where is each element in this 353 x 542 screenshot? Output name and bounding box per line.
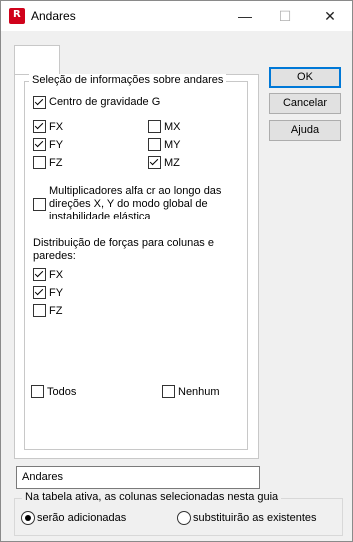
- dist-fz-checkbox[interactable]: [33, 304, 46, 317]
- multiplicadores-line-3: instabilidade elástica: [49, 211, 151, 219]
- multiplicadores-line-3-clip: instabilidade elástica: [49, 211, 221, 219]
- maximize-icon: ☐: [278, 8, 292, 24]
- fz-checkbox[interactable]: [33, 156, 46, 169]
- close-icon: ✕: [324, 8, 336, 24]
- dist-fx-checkbox[interactable]: [33, 268, 46, 281]
- todos-label: Todos: [47, 386, 77, 398]
- dist-fz-label: FZ: [49, 305, 63, 317]
- dist-fx-label: FX: [49, 269, 64, 281]
- fz-label: FZ: [49, 157, 63, 169]
- tab-page[interactable]: [14, 45, 60, 76]
- mz-label: MZ: [164, 157, 180, 169]
- centro-gravidade-label: Centro de gravidade G: [49, 96, 161, 108]
- app-icon-letter: R: [13, 9, 21, 20]
- fy-label: FY: [49, 139, 64, 151]
- distribuicao-line-2: paredes:: [33, 250, 76, 262]
- app-icon: R: [9, 8, 25, 24]
- my-checkbox[interactable]: [148, 138, 161, 151]
- table-name-field[interactable]: Andares: [16, 466, 260, 489]
- centro-gravidade-checkbox[interactable]: [33, 96, 46, 109]
- fx-label: FX: [49, 121, 64, 133]
- multiplicadores-line-2: direções X, Y do modo global de: [49, 198, 208, 210]
- dist-fy-checkbox[interactable]: [33, 286, 46, 299]
- nenhum-checkbox[interactable]: [162, 385, 175, 398]
- add-columns-radio[interactable]: [21, 511, 35, 525]
- help-button[interactable]: Ajuda: [269, 120, 341, 141]
- dialog-window: R Andares — ☐ ✕ Seleção de informações s…: [0, 0, 353, 542]
- my-label: MY: [164, 139, 181, 151]
- window-title: Andares: [31, 9, 76, 23]
- group-title: Seleção de informações sobre andares: [29, 74, 227, 86]
- ok-button[interactable]: OK: [269, 67, 341, 88]
- title-bar: R Andares — ☐ ✕: [1, 1, 352, 31]
- dist-fy-label: FY: [49, 287, 64, 299]
- multiplicadores-checkbox[interactable]: [33, 198, 46, 211]
- mz-checkbox[interactable]: [148, 156, 161, 169]
- replace-columns-label: substituirão as existentes: [193, 512, 317, 524]
- maximize-button: ☐: [265, 1, 305, 31]
- table-name-value: Andares: [22, 471, 63, 483]
- nenhum-label: Nenhum: [178, 386, 220, 398]
- table-options-legend: Na tabela ativa, as colunas selecionadas…: [22, 491, 282, 503]
- fy-checkbox[interactable]: [33, 138, 46, 151]
- add-columns-label: serão adicionadas: [37, 512, 127, 524]
- fx-checkbox[interactable]: [33, 120, 46, 133]
- minimize-button[interactable]: —: [225, 1, 265, 31]
- close-button[interactable]: ✕: [310, 1, 350, 31]
- mx-label: MX: [164, 121, 181, 133]
- distribuicao-line-1: Distribuição de forças para colunas e: [33, 237, 214, 249]
- mx-checkbox[interactable]: [148, 120, 161, 133]
- replace-columns-radio[interactable]: [177, 511, 191, 525]
- distribuicao-heading: Distribuição de forças para colunas e pa…: [33, 237, 214, 263]
- cancel-button[interactable]: Cancelar: [269, 93, 341, 114]
- todos-checkbox[interactable]: [31, 385, 44, 398]
- minimize-icon: —: [238, 8, 252, 24]
- multiplicadores-line-1: Multiplicadores alfa cr ao longo das: [49, 185, 222, 197]
- multiplicadores-label: Multiplicadores alfa cr ao longo das dir…: [49, 185, 221, 219]
